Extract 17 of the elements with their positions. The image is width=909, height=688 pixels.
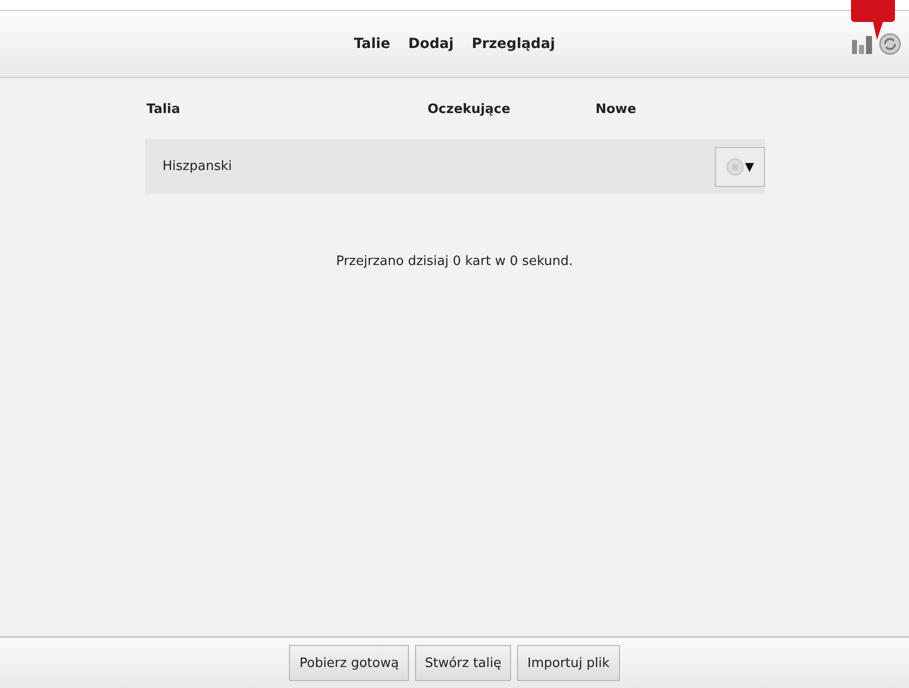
nav-link[interactable]: Dodaj (408, 36, 454, 52)
column-header: Nowe (596, 102, 636, 117)
column-header: Talia (146, 102, 182, 117)
action-button[interactable]: Stwórz talię (414, 645, 512, 681)
study-summary: Przejrzano dzisiaj 0 kart w 0 sekund. (336, 254, 573, 269)
sync-icon[interactable] (879, 33, 901, 55)
deck-name: Hiszpanski (162, 159, 232, 174)
pointer-marker (851, 0, 895, 40)
action-button[interactable]: Importuj plik (517, 645, 620, 681)
gear-dropdown-icon (724, 156, 754, 176)
nav-link[interactable]: Przeglądaj (472, 36, 556, 52)
deck-row[interactable]: Hiszpanski (144, 139, 764, 194)
nav-link[interactable]: Talie (354, 36, 390, 52)
action-button[interactable]: Pobierz gotową (289, 645, 409, 681)
deck-options-button[interactable] (714, 146, 764, 186)
column-header: Oczekujące (428, 102, 512, 117)
bar-chart-icon[interactable] (851, 34, 873, 54)
